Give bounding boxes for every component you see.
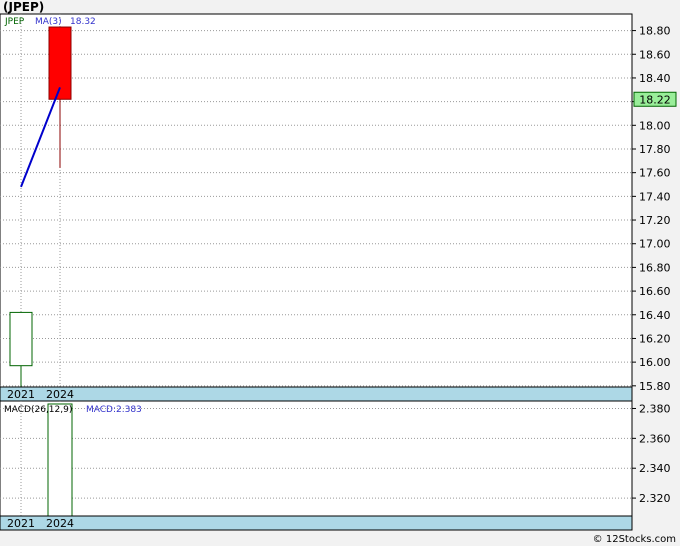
macd-panel: 2.320 2.340 2.360 2.380 2021 2024 MACD(26,12…	[0, 400, 671, 531]
price-x-label: 2021	[7, 388, 35, 401]
candle-body	[9, 311, 33, 367]
legend-ma-value: 18.32	[70, 17, 96, 27]
price-y-tick-label: 16.40	[639, 309, 671, 322]
stock-chart: (JPEP) 15.80 16.00 16.20 16.40 16.60 16.80 17.…	[0, 0, 677, 545]
price-y-tick-label: 18.00	[639, 119, 671, 132]
last-price-badge: 18.22	[633, 91, 677, 107]
price-x-label: 2024	[46, 388, 74, 401]
macd-legend-value: MACD:2.383	[86, 405, 142, 415]
macd-legend-name: MACD(26,12,9)	[4, 405, 72, 415]
macd-y-tick-label: 2.360	[639, 432, 671, 445]
price-y-tick-label: 16.20	[639, 332, 671, 345]
price-y-axis: 15.80 16.00 16.20 16.40 16.60 16.80 17.00 17.20…	[632, 25, 671, 393]
price-y-tick-label: 17.20	[639, 214, 671, 227]
chart-title: (JPEP)	[3, 0, 44, 14]
macd-y-tick-label: 2.380	[639, 402, 671, 415]
macd-x-label: 2021	[7, 517, 35, 530]
macd-bars	[47, 403, 73, 517]
macd-y-axis: 2.320 2.340 2.360 2.380	[632, 402, 671, 505]
footer-copyright: © 12Stocks.com	[593, 534, 676, 545]
price-y-tick-label: 17.40	[639, 190, 671, 203]
price-y-tick-label: 16.60	[639, 285, 671, 298]
price-plot-area	[0, 13, 633, 388]
macd-x-label: 2024	[46, 517, 74, 530]
macd-bar	[47, 403, 73, 517]
price-y-tick-label: 16.00	[639, 356, 671, 369]
last-price-label: 18.22	[639, 93, 671, 106]
price-y-tick-label: 15.80	[639, 380, 671, 393]
price-y-tick-label: 17.80	[639, 143, 671, 156]
price-x-strip	[0, 386, 633, 402]
price-y-tick-label: 17.00	[639, 238, 671, 251]
macd-x-strip	[0, 515, 633, 531]
legend-ma-label: MA(3)	[35, 17, 62, 27]
price-panel: 15.80 16.00 16.20 16.40 16.60 16.80 17.00 17.20…	[0, 13, 677, 402]
macd-plot-area	[0, 400, 633, 517]
legend-ticker: JPEP	[4, 17, 25, 27]
price-y-tick-label: 16.80	[639, 261, 671, 274]
price-y-tick-label: 18.80	[639, 25, 671, 38]
price-y-tick-label: 17.60	[639, 167, 671, 180]
macd-y-tick-label: 2.340	[639, 462, 671, 475]
price-y-tick-label: 18.40	[639, 72, 671, 85]
price-y-tick-label: 18.60	[639, 48, 671, 61]
macd-y-tick-label: 2.320	[639, 492, 671, 505]
